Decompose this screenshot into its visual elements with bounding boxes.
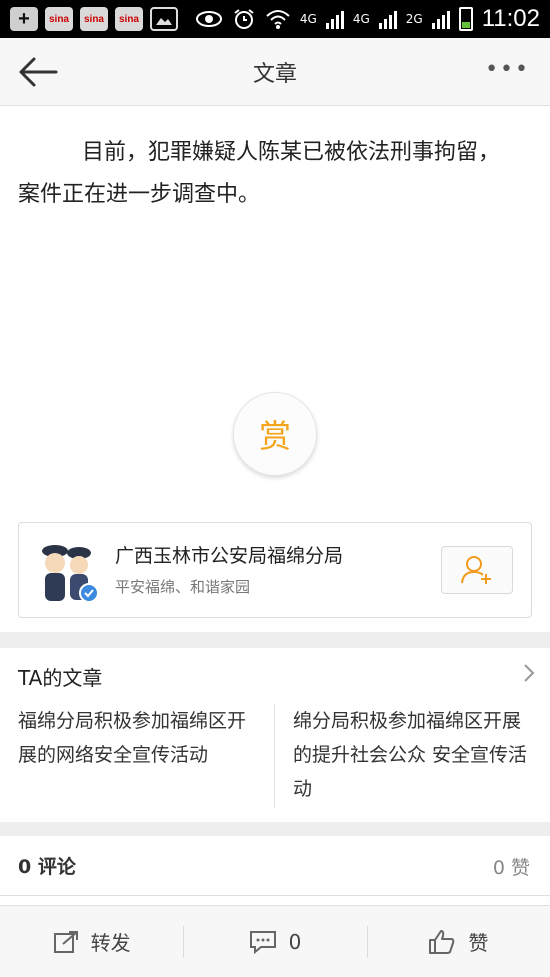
divider: [274, 704, 275, 808]
ta-article-item[interactable]: 福绵分局积极参加福绵区开展的网络安全宣传活动: [18, 704, 256, 772]
network-type-a: 4G: [299, 12, 317, 26]
more-options-button[interactable]: •••: [485, 59, 530, 81]
follow-button[interactable]: [441, 546, 513, 594]
section-gap: [0, 822, 550, 836]
comment-count[interactable]: 0 评论: [18, 852, 76, 879]
add-user-icon: [461, 556, 491, 584]
sina-icon: sina: [45, 7, 73, 31]
eye-icon: [195, 11, 222, 27]
like-count[interactable]: 0 赞: [493, 853, 530, 880]
status-icons-left: + sina sina sina: [10, 7, 178, 31]
comment-button-count: 0: [288, 929, 302, 954]
repost-label: 转发: [90, 931, 131, 955]
network-type-b: 4G: [352, 12, 370, 26]
status-icons-right: 4G 4G 2G 11:02: [195, 5, 540, 33]
section-gap: [0, 632, 550, 648]
alarm-icon: [234, 9, 254, 29]
status-bar: + sina sina sina 4G 4G 2G 11:02: [0, 0, 550, 38]
sina-icon: sina: [115, 7, 143, 31]
thumbs-up-icon: [429, 929, 455, 954]
author-description: 平安福绵、和谐家园: [115, 578, 251, 596]
image-icon: [150, 7, 178, 31]
signal-icon: [325, 9, 344, 29]
share-icon: [53, 930, 78, 953]
sina-icon: sina: [80, 7, 108, 31]
ta-article-list: 福绵分局积极参加福绵区开展的网络安全宣传活动 绵分局积极参加福绵区开展的提升社会…: [0, 704, 550, 808]
article-body: 目前，犯罪嫌疑人陈某已被依法刑事拘留，案件正在进一步调查中。: [18, 140, 501, 207]
app-header: 文章 •••: [0, 38, 550, 106]
comments-section: 0 评论 0 赞: [0, 836, 550, 896]
arrow-left-icon[interactable]: [16, 54, 60, 90]
repost-button[interactable]: 转发: [0, 906, 183, 977]
battery-icon: [458, 7, 473, 31]
bottom-action-bar: 转发 0 赞: [0, 905, 550, 977]
comment-button[interactable]: 0: [183, 906, 366, 977]
chevron-right-icon[interactable]: [522, 662, 536, 684]
signal-icon: [431, 9, 450, 29]
signal-icon: [378, 9, 397, 29]
author-card[interactable]: 广西玉林市公安局福绵分局 平安福绵、和谐家园: [18, 522, 532, 618]
like-button[interactable]: 赞: [366, 906, 550, 977]
wifi-icon: [266, 10, 290, 29]
author-name[interactable]: 广西玉林市公安局福绵分局: [115, 541, 343, 568]
verified-badge-icon: [79, 583, 99, 603]
ta-articles-header[interactable]: TA的文章: [18, 662, 102, 691]
like-label: 赞: [468, 931, 489, 955]
network-type-c: 2G: [405, 12, 423, 26]
clock-time: 11:02: [481, 5, 540, 32]
plus-icon: +: [10, 7, 38, 31]
comment-icon: [249, 930, 276, 954]
reward-button[interactable]: 赏: [233, 392, 317, 476]
ta-article-item[interactable]: 绵分局积极参加福绵区开展的提升社会公众 安全宣传活动: [293, 704, 531, 806]
page-title: 文章: [252, 61, 297, 87]
